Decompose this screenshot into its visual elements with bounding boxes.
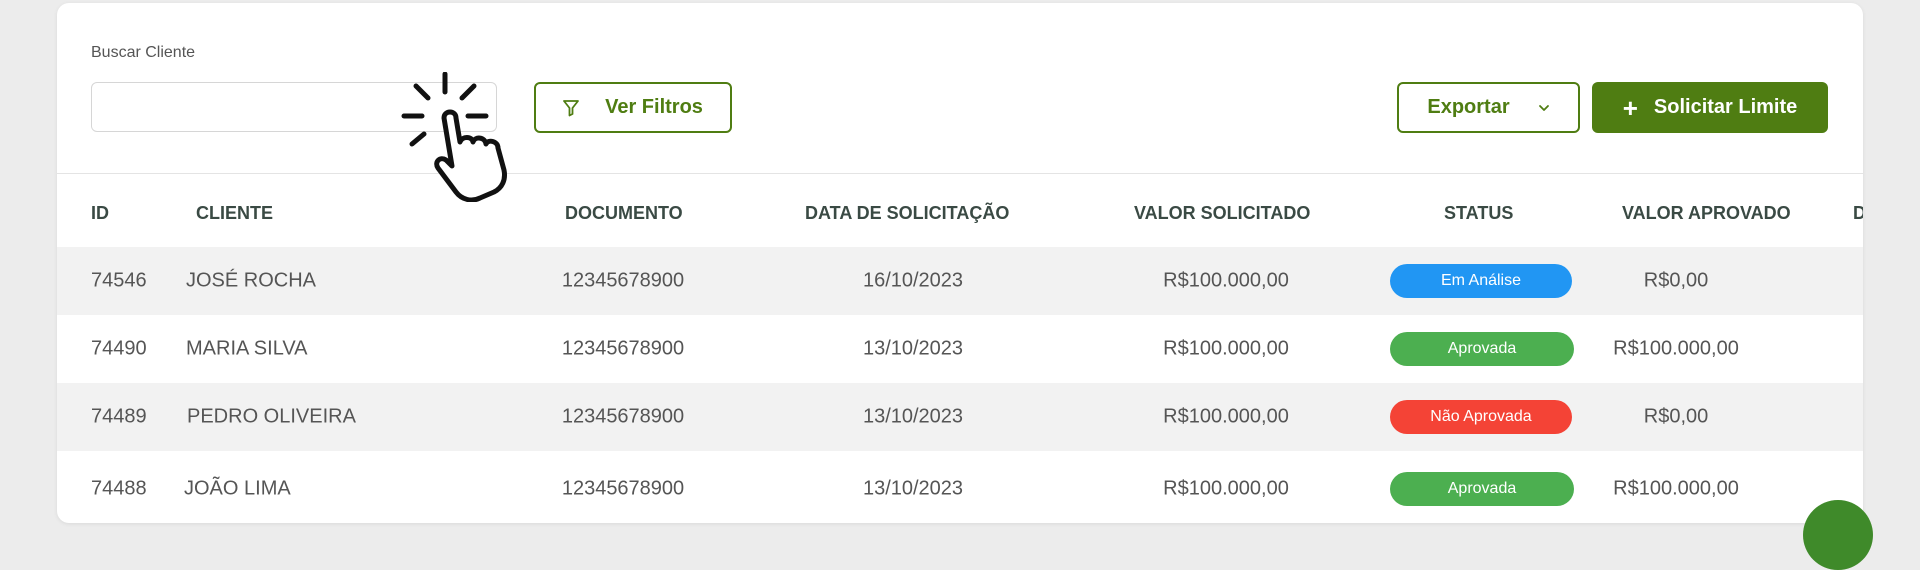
request-limit-label: Solicitar Limite (1653, 96, 1798, 118)
plus-icon: + (1622, 92, 1638, 123)
divider (57, 173, 1863, 174)
cell-id: 74490 (91, 337, 147, 360)
chevron-down-icon (1538, 104, 1550, 112)
cell-data: 13/10/2023 (862, 337, 964, 360)
search-input[interactable] (91, 82, 497, 132)
cell-documento: 12345678900 (561, 477, 685, 500)
view-filters-button[interactable]: Ver Filtros (534, 82, 732, 133)
cell-cliente: MARIA SILVA (186, 337, 308, 360)
column-header-status: STATUS (1444, 203, 1514, 223)
export-button[interactable]: Exportar (1397, 82, 1580, 133)
cell-id: 74546 (91, 269, 147, 292)
table-row[interactable]: 74488 JOÃO LIMA 12345678900 13/10/2023 R… (57, 455, 1863, 523)
cell-documento: 12345678900 (561, 405, 685, 428)
cell-id: 74489 (91, 405, 147, 428)
cell-data: 13/10/2023 (862, 477, 964, 500)
cell-documento: 12345678900 (561, 337, 685, 360)
request-limit-button[interactable]: + Solicitar Limite (1592, 82, 1828, 133)
column-header-valor-solicitado: VALOR SOLICITADO (1134, 203, 1311, 223)
cell-valor-solicitado: R$100.000,00 (1163, 477, 1289, 500)
cell-valor-aprovado: R$0,00 (1643, 269, 1709, 292)
cell-cliente: PEDRO OLIVEIRA (187, 405, 356, 428)
table-row[interactable]: 74490 MARIA SILVA 12345678900 13/10/2023… (57, 315, 1863, 383)
cell-data: 16/10/2023 (862, 269, 964, 292)
status-badge: Aprovada (1390, 472, 1574, 506)
status-badge: Em Análise (1390, 264, 1572, 298)
cell-valor-solicitado: R$100.000,00 (1163, 405, 1289, 428)
column-header-more: D (1853, 203, 1863, 223)
view-filters-label: Ver Filtros (605, 96, 703, 118)
column-header-valor-aprovado: VALOR APROVADO (1622, 203, 1791, 223)
cell-id: 74488 (91, 477, 147, 500)
cell-cliente: JOSÉ ROCHA (186, 269, 317, 292)
cell-valor-aprovado: R$0,00 (1643, 405, 1709, 428)
main-card: Buscar Cliente Ver Filtros Exportar + So… (57, 3, 1863, 523)
table-row[interactable]: 74546 JOSÉ ROCHA 12345678900 16/10/2023 … (57, 247, 1863, 315)
column-header-data: DATA DE SOLICITAÇÃO (805, 203, 1010, 223)
cell-documento: 12345678900 (561, 269, 685, 292)
cell-valor-aprovado: R$100.000,00 (1613, 337, 1739, 360)
status-badge: Não Aprovada (1390, 400, 1572, 434)
search-label: Buscar Cliente (91, 44, 196, 61)
table-row[interactable]: 74489 PEDRO OLIVEIRA 12345678900 13/10/2… (57, 383, 1863, 451)
chat-fab-button[interactable] (1803, 500, 1873, 570)
cell-valor-aprovado: R$100.000,00 (1613, 477, 1739, 500)
cell-valor-solicitado: R$100.000,00 (1163, 269, 1289, 292)
status-badge: Aprovada (1390, 332, 1574, 366)
cell-valor-solicitado: R$100.000,00 (1163, 337, 1289, 360)
funnel-icon (563, 99, 579, 117)
column-header-id: ID (91, 203, 109, 223)
column-header-cliente: CLIENTE (196, 203, 274, 223)
cell-cliente: JOÃO LIMA (184, 477, 291, 500)
column-header-documento: DOCUMENTO (565, 203, 683, 223)
cell-data: 13/10/2023 (862, 405, 964, 428)
export-label: Exportar (1427, 96, 1510, 118)
